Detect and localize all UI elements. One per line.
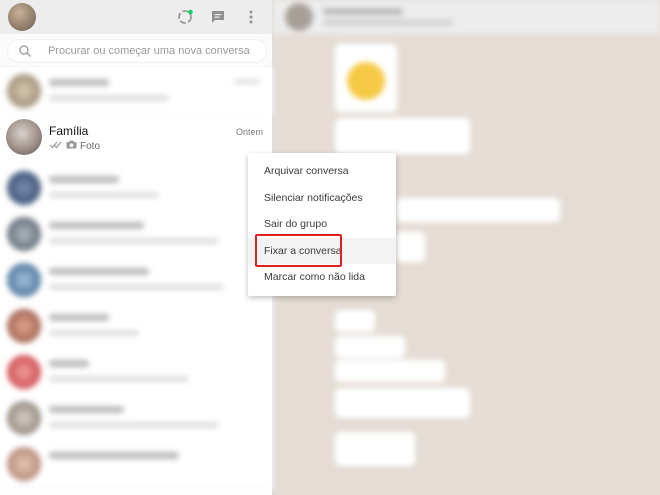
message-bubble (335, 310, 375, 332)
message-bubble (335, 360, 445, 382)
avatar (7, 355, 41, 389)
familia-avatar (6, 119, 42, 155)
avatar (7, 401, 41, 435)
chat-name: Família (49, 124, 89, 138)
chat-list-item[interactable] (0, 440, 272, 489)
status-icon[interactable] (176, 8, 194, 26)
preview-text: Foto (80, 140, 101, 152)
avatar (7, 447, 41, 481)
search-input[interactable] (48, 43, 258, 59)
avatar (7, 309, 41, 343)
chat-list-sidebar: Família Ontem Foto (0, 0, 273, 495)
search-icon[interactable] (18, 44, 32, 58)
menu-item-archive[interactable]: Arquivar conversa (248, 158, 396, 185)
my-avatar[interactable] (8, 3, 36, 31)
sidebar-header (0, 0, 272, 34)
chat-list-item[interactable] (0, 210, 272, 259)
new-chat-icon[interactable] (209, 8, 227, 26)
double-check-icon (49, 140, 63, 152)
chat-preview: Foto (49, 140, 100, 152)
chat-list-item[interactable] (0, 302, 272, 351)
chat-list-item[interactable] (0, 348, 272, 397)
message-bubble (335, 432, 415, 466)
message-bubble (335, 388, 470, 418)
chat-list-item[interactable] (0, 67, 272, 116)
message-bubble (335, 44, 397, 112)
message-bubble (335, 118, 470, 154)
search-box (7, 39, 267, 63)
highlight-annotation (255, 234, 342, 267)
chat-list-item[interactable] (0, 394, 272, 443)
menu-icon[interactable] (242, 8, 260, 26)
message-bubble (395, 232, 425, 262)
avatar (7, 171, 41, 205)
menu-item-mark-unread[interactable]: Marcar como não lida (248, 264, 396, 291)
menu-item-mute[interactable]: Silenciar notificações (248, 185, 396, 212)
camera-icon (66, 140, 77, 152)
conversation-header (273, 0, 660, 34)
message-bubble (395, 198, 560, 222)
avatar (7, 74, 41, 108)
chat-time: Ontem (236, 127, 264, 137)
chat-list-item[interactable] (0, 164, 272, 213)
avatar (7, 263, 41, 297)
chat-context-menu: Arquivar conversa Silenciar notificações… (248, 153, 396, 296)
chat-list-item[interactable] (0, 256, 272, 305)
message-bubble (335, 336, 405, 358)
search-bar (0, 34, 272, 67)
avatar (7, 217, 41, 251)
